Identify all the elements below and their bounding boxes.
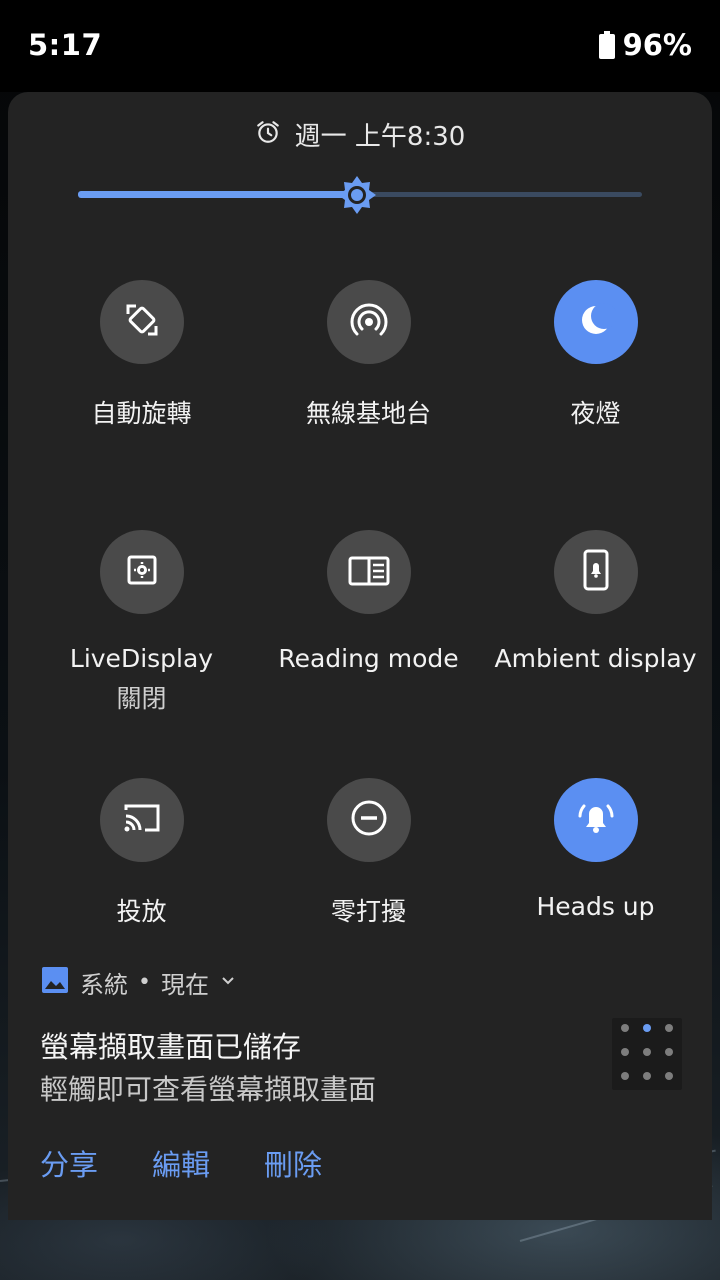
alarm-text: 週一 上午8:30 xyxy=(294,121,466,152)
tile-ambient-display-button[interactable] xyxy=(553,530,638,614)
notification-header[interactable]: 系統 • 現在 xyxy=(40,965,237,999)
cast-icon xyxy=(121,798,163,842)
tile-reading-mode[interactable]: Reading mode xyxy=(255,530,482,770)
thumbnail-dot xyxy=(621,1024,629,1032)
tile-night-light-label: 夜燈 xyxy=(570,399,621,428)
tile-auto-rotate-label: 自動旋轉 xyxy=(91,399,192,428)
notification-title: 螢幕擷取畫面已儲存 xyxy=(40,1030,302,1064)
tile-ambient-display[interactable]: Ambient display xyxy=(482,530,709,770)
tile-cast-label: 投放 xyxy=(116,897,167,926)
status-time: 5:17 xyxy=(28,28,103,62)
tile-livedisplay-sublabel: 關閉 xyxy=(116,684,167,713)
notification-app-name: 系統 xyxy=(80,970,128,999)
thumbnail-dot xyxy=(665,1048,673,1056)
thumbnail-dot xyxy=(643,1024,651,1032)
thumbnail-dot xyxy=(665,1072,673,1080)
edit-button[interactable]: 編輯 xyxy=(152,1142,210,1184)
chevron-down-icon[interactable] xyxy=(219,971,237,993)
tile-livedisplay[interactable]: LiveDisplay 關閉 xyxy=(28,530,255,770)
share-button[interactable]: 分享 xyxy=(40,1142,98,1184)
livedisplay-icon xyxy=(122,550,162,594)
hotspot-icon xyxy=(349,300,389,344)
brightness-slider[interactable] xyxy=(78,176,642,214)
notification-text: 輕觸即可查看螢幕擷取畫面 xyxy=(40,1073,377,1106)
tile-auto-rotate[interactable]: 自動旋轉 xyxy=(28,280,255,520)
tile-hotspot[interactable]: 無線基地台 xyxy=(255,280,482,520)
battery-icon xyxy=(598,31,615,59)
thumbnail-dot xyxy=(665,1024,673,1032)
tile-auto-rotate-button[interactable] xyxy=(99,280,184,364)
tile-heads-up-label: Heads up xyxy=(536,892,655,921)
tile-livedisplay-button[interactable] xyxy=(99,530,184,614)
screenshot-notification[interactable]: 系統 • 現在 螢幕擷取畫面已儲存 輕觸即可查看螢幕擷取畫面 分享 編輯 刪除 xyxy=(8,962,712,1220)
quick-settings-panel: 週一 上午8:30 自動旋轉 無線基地台 夜燈 LiveDisplay 關閉 R… xyxy=(8,92,712,1220)
tile-cast-button[interactable] xyxy=(99,778,184,862)
tile-reading-mode-button[interactable] xyxy=(326,530,411,614)
brightness-fill xyxy=(78,191,357,198)
thumbnail-dot xyxy=(621,1072,629,1080)
brightness-sun-icon[interactable] xyxy=(336,174,378,216)
tile-ambient-display-label: Ambient display xyxy=(494,644,697,673)
tile-hotspot-button[interactable] xyxy=(326,280,411,364)
status-bar: 5:17 96% xyxy=(0,0,720,92)
screen-rotation-icon xyxy=(122,300,162,344)
next-alarm[interactable]: 週一 上午8:30 xyxy=(8,116,712,152)
screenshot-thumbnail[interactable] xyxy=(612,1018,682,1090)
image-icon xyxy=(40,965,70,999)
alarm-clock-icon xyxy=(255,119,281,149)
thumbnail-dot xyxy=(621,1048,629,1056)
tile-dnd-button[interactable] xyxy=(326,778,411,862)
bell-icon xyxy=(574,798,618,842)
tile-hotspot-label: 無線基地台 xyxy=(305,399,431,428)
thumbnail-dot xyxy=(643,1048,651,1056)
tile-night-light-button[interactable] xyxy=(553,280,638,364)
battery-percent: 96% xyxy=(622,28,692,62)
notification-separator: • xyxy=(138,969,151,995)
notification-actions: 分享 編輯 刪除 xyxy=(40,1142,322,1184)
notification-time: 現在 xyxy=(160,970,209,999)
delete-button[interactable]: 刪除 xyxy=(264,1142,322,1184)
do-not-disturb-icon xyxy=(349,798,389,842)
tile-livedisplay-label: LiveDisplay xyxy=(69,644,214,673)
ambient-display-icon xyxy=(576,548,616,596)
tile-heads-up-button[interactable] xyxy=(553,778,638,862)
tile-reading-mode-label: Reading mode xyxy=(278,644,459,673)
moon-icon xyxy=(576,300,617,344)
tile-night-light[interactable]: 夜燈 xyxy=(482,280,709,520)
quick-tiles-grid: 自動旋轉 無線基地台 夜燈 LiveDisplay 關閉 Reading mod… xyxy=(8,278,712,968)
reading-mode-icon xyxy=(347,550,391,594)
status-right: 96% xyxy=(598,28,692,62)
thumbnail-dot xyxy=(643,1072,651,1080)
tile-dnd-label: 零打擾 xyxy=(330,897,406,926)
